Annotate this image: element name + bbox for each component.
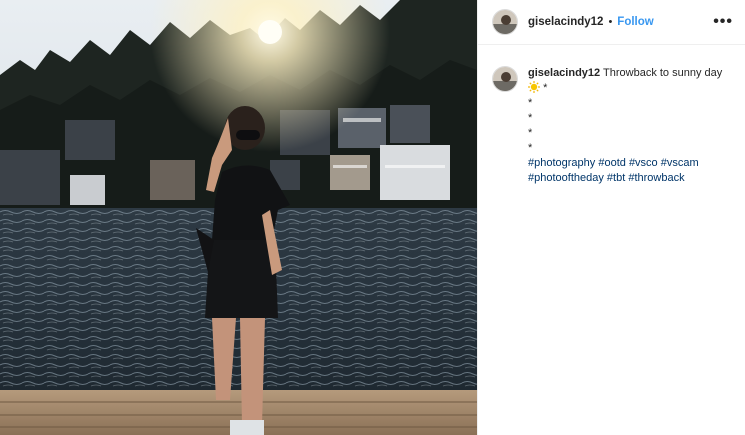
hashtag-link[interactable]: #vscam	[661, 157, 699, 169]
follow-button[interactable]: Follow	[617, 16, 653, 28]
caption-star-line: *	[528, 127, 533, 139]
caption-body: Throwback to sunny day	[603, 67, 723, 79]
hashtag-link[interactable]: #throwback	[628, 172, 684, 184]
sun-emoji-icon	[528, 81, 540, 93]
hashtag-link[interactable]: #tbt	[607, 172, 625, 184]
hashtag-link[interactable]: #photography	[528, 157, 595, 169]
more-options-icon[interactable]: •••	[713, 14, 733, 30]
caption-star-line: *	[528, 112, 533, 124]
caption-username[interactable]: giselacindy12	[528, 67, 600, 79]
separator-dot: •	[608, 16, 613, 28]
post-photo[interactable]	[0, 0, 477, 435]
caption-star: *	[543, 82, 548, 94]
post-caption: giselacindy12 Throwback to sunny day * *…	[478, 45, 745, 186]
hashtag-link[interactable]: #photooftheday	[528, 172, 604, 184]
post-header: giselacindy12 • Follow •••	[478, 0, 745, 45]
hashtags: #photography #ootd #vsco #vscam #photoof…	[528, 157, 699, 184]
caption-avatar[interactable]	[492, 66, 518, 92]
post-username[interactable]: giselacindy12	[528, 16, 603, 28]
post-side-panel: giselacindy12 • Follow ••• giselacindy12…	[477, 0, 745, 435]
caption-star-line: *	[528, 142, 533, 154]
caption-text: giselacindy12 Throwback to sunny day * *…	[528, 66, 728, 186]
caption-star-line: *	[528, 97, 533, 109]
hashtag-link[interactable]: #ootd	[598, 157, 626, 169]
avatar[interactable]	[492, 9, 518, 35]
hashtag-link[interactable]: #vsco	[629, 157, 658, 169]
